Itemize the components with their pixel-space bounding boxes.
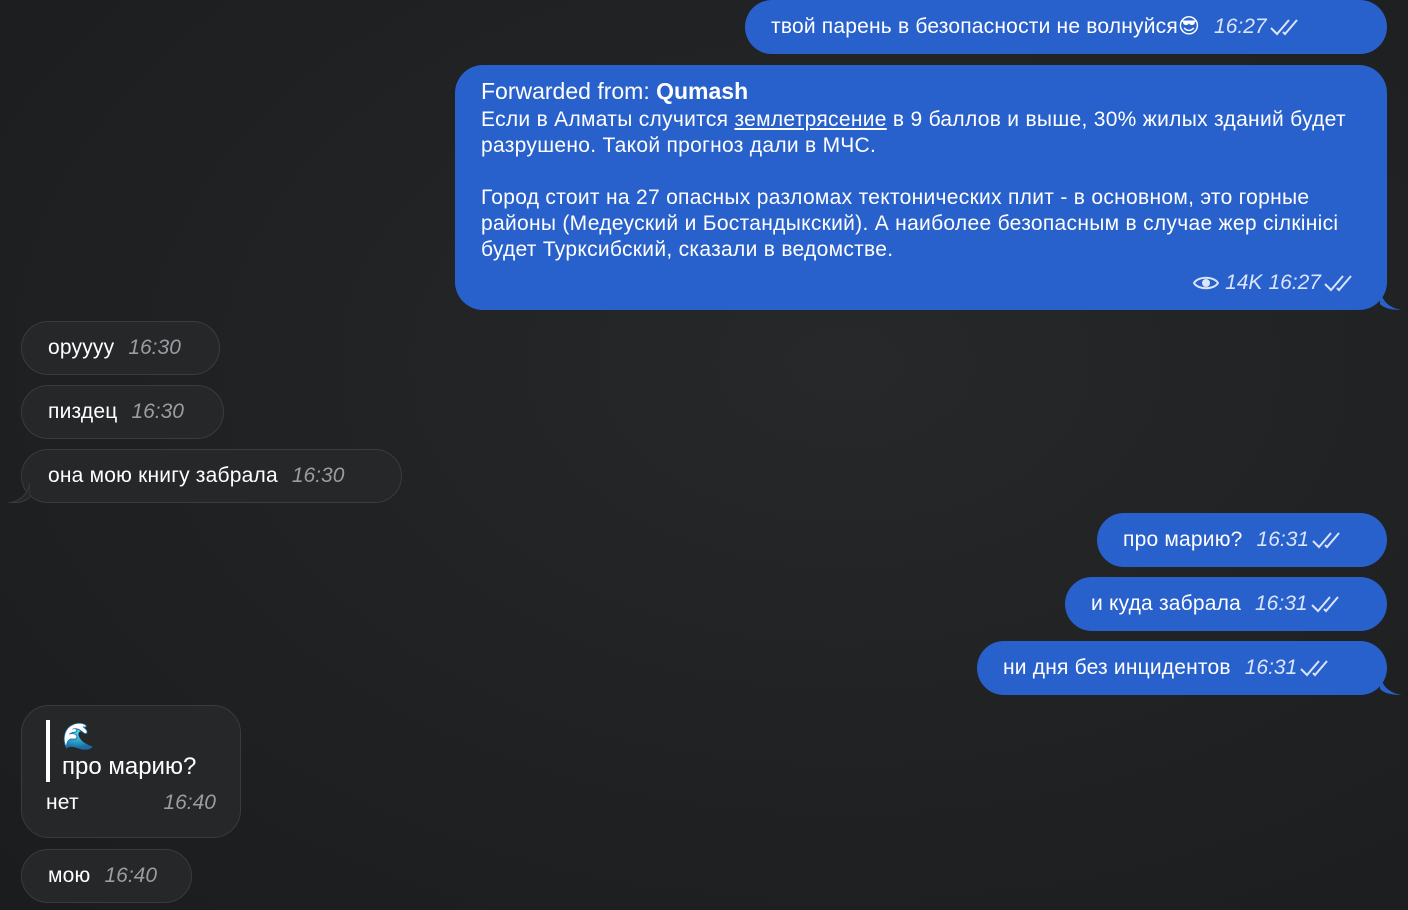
message-time: 16:31 bbox=[1256, 528, 1310, 551]
forwarded-label: Forwarded from: bbox=[481, 78, 650, 104]
message-time: 16:30 bbox=[131, 400, 184, 423]
message-time: 16:30 bbox=[128, 336, 181, 359]
message-time: 16:27 bbox=[1268, 271, 1321, 294]
message-text: ни дня без инцидентов bbox=[1003, 656, 1231, 679]
bubble-tail bbox=[1380, 290, 1402, 310]
message-meta: 14K 16:27 bbox=[1193, 270, 1357, 296]
quoted-text: про марию? bbox=[62, 753, 197, 780]
hashtag-link[interactable]: землетрясение bbox=[734, 108, 886, 131]
message-time: 16:40 bbox=[163, 791, 216, 814]
message-outgoing[interactable]: и куда забрала 16:31 bbox=[1065, 577, 1387, 631]
reply-quote[interactable]: 🌊 про марию? bbox=[46, 720, 216, 782]
message-time: 16:30 bbox=[291, 464, 345, 487]
message-meta: 16:31 bbox=[1255, 591, 1344, 617]
message-time: 16:31 bbox=[1255, 592, 1308, 615]
message-meta: 16:31 bbox=[1245, 655, 1334, 681]
message-time: 16:27 bbox=[1214, 15, 1267, 38]
message-text: мою bbox=[48, 864, 91, 887]
paragraph-text: Если в Алматы случится bbox=[481, 108, 735, 131]
double-check-icon bbox=[1310, 596, 1339, 613]
message-outgoing[interactable]: твой парень в безопасности не волнуйся😎 … bbox=[745, 0, 1387, 54]
double-check-icon bbox=[1312, 532, 1340, 549]
message-text: твой парень в безопасности не волнуйся😎 bbox=[771, 15, 1201, 38]
reply-body: нет 16:40 bbox=[46, 790, 216, 816]
bubble-tail bbox=[1380, 675, 1402, 695]
forwarded-header: Forwarded from: Qumash bbox=[481, 77, 1361, 105]
message-outgoing[interactable]: ни дня без инцидентов 16:31 bbox=[977, 641, 1387, 695]
bubble-tail bbox=[8, 483, 30, 503]
message-text: она мою книгу забрала bbox=[48, 464, 278, 487]
message-incoming[interactable]: оруууу 16:30 bbox=[21, 321, 220, 375]
message-text: пиздец bbox=[48, 400, 118, 423]
message-text: нет bbox=[46, 791, 79, 814]
double-check-icon bbox=[1324, 275, 1352, 292]
message-meta: 16:31 bbox=[1257, 527, 1346, 553]
message-incoming[interactable]: пиздец 16:30 bbox=[21, 385, 224, 439]
forwarded-body: Если в Алматы случится землетрясение в 9… bbox=[481, 107, 1361, 263]
message-time: 16:40 bbox=[104, 864, 158, 887]
eye-icon bbox=[1193, 276, 1220, 290]
forwarded-source[interactable]: Qumash bbox=[656, 78, 748, 104]
message-text: оруууу bbox=[48, 336, 115, 359]
double-check-icon bbox=[1269, 19, 1298, 36]
message-incoming[interactable]: мою 16:40 bbox=[21, 849, 192, 903]
message-forwarded[interactable]: Forwarded from: Qumash Если в Алматы слу… bbox=[455, 65, 1387, 310]
message-time: 16:31 bbox=[1244, 656, 1298, 679]
double-check-icon bbox=[1300, 660, 1329, 677]
message-meta: 16:27 bbox=[1214, 14, 1303, 40]
forwarded-paragraph-2: Город стоит на 27 опасных разломах текто… bbox=[481, 186, 1339, 261]
wave-emoji: 🌊 bbox=[62, 721, 95, 751]
message-text: про марию? bbox=[1123, 528, 1243, 551]
message-reply[interactable]: 🌊 про марию? нет 16:40 bbox=[21, 705, 241, 838]
message-incoming[interactable]: она мою книгу забрала 16:30 bbox=[21, 449, 402, 503]
view-count: 14K bbox=[1225, 271, 1263, 294]
forwarded-paragraph-1: Если в Алматы случится землетрясение в 9… bbox=[481, 107, 1361, 159]
message-outgoing[interactable]: про марию? 16:31 bbox=[1097, 513, 1387, 567]
message-text: и куда забрала bbox=[1091, 592, 1241, 615]
chat-window: твой парень в безопасности не волнуйся😎 … bbox=[0, 0, 1408, 910]
